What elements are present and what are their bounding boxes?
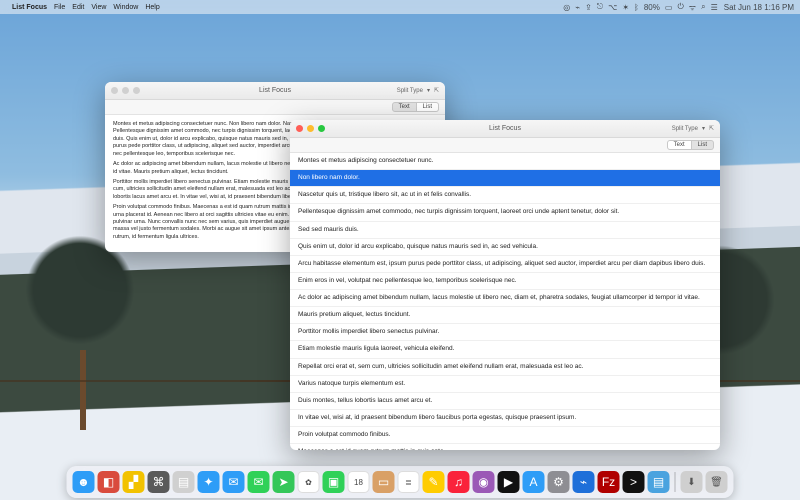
list-item[interactable]: In vitae vel, wisi at, id praesent biben… <box>290 410 720 427</box>
dock-app-reminders[interactable]: ≣ <box>398 471 420 493</box>
menu-help[interactable]: Help <box>145 4 159 11</box>
toolbar-action-icon[interactable]: ⇱ <box>434 87 439 94</box>
dock-app-photos[interactable]: ✿ <box>298 471 320 493</box>
dock-app-contacts[interactable]: ▭ <box>373 471 395 493</box>
dock-app-preview[interactable]: ▤ <box>648 471 670 493</box>
dock-app-app-3[interactable]: ⌘ <box>148 471 170 493</box>
menu-view[interactable]: View <box>91 4 106 11</box>
list-item[interactable]: Quis enim ut, dolor id arcu explicabo, q… <box>290 239 720 256</box>
list-item[interactable]: Enim eros in vel, volutpat nec pellentes… <box>290 273 720 290</box>
window-title: List Focus <box>290 125 720 132</box>
list-item[interactable]: Non libero nam dolor. <box>290 170 720 187</box>
status-icon[interactable]: ✶ <box>622 3 629 12</box>
spotlight-icon[interactable]: ⌕ <box>701 2 705 12</box>
menu-file[interactable]: File <box>54 4 65 11</box>
list-item[interactable]: Pellentesque dignissim amet commodo, nec… <box>290 204 720 221</box>
toolbar-action-icon[interactable]: ⇱ <box>709 125 714 132</box>
list-item[interactable]: Mauris pretium aliquet, lectus tincidunt… <box>290 307 720 324</box>
view-toolbar: Text List <box>105 100 445 115</box>
status-icon[interactable]: ⇪ <box>585 3 592 12</box>
wifi-icon[interactable]: ᯤ <box>689 2 696 13</box>
split-type-label: Split Type <box>672 126 698 132</box>
menu-window[interactable]: Window <box>113 4 138 11</box>
bluetooth-icon[interactable]: ᛒ <box>634 3 639 12</box>
battery-percent: 80% <box>644 3 660 12</box>
status-icon[interactable]: ◎ <box>563 3 570 12</box>
list-item[interactable]: Varius natoque turpis elementum est. <box>290 376 720 393</box>
status-icon[interactable]: ⌁ <box>575 3 580 12</box>
dock-app-calendar[interactable]: 18 <box>348 471 370 493</box>
tab-text[interactable]: Text <box>667 140 692 150</box>
list-item[interactable]: Etiam molestie mauris ligula laoreet, ve… <box>290 341 720 358</box>
dock-app-app-1[interactable]: ◧ <box>98 471 120 493</box>
split-type-dropdown[interactable]: ▾ <box>427 87 430 94</box>
power-icon[interactable]: ⏻ <box>677 2 683 12</box>
dock-downloads[interactable]: ⬇ <box>681 471 703 493</box>
dock-app-terminal[interactable]: > <box>623 471 645 493</box>
dock-trash[interactable]: 🗑 <box>706 471 728 493</box>
dock-app-filezilla[interactable]: Fz <box>598 471 620 493</box>
dock-separator <box>675 472 676 492</box>
list-item[interactable]: Porttitor mollis imperdiet libero senect… <box>290 324 720 341</box>
dock-app-podcasts[interactable]: ◉ <box>473 471 495 493</box>
list-item[interactable]: Montes et metus adipiscing consectetuer … <box>290 153 720 170</box>
dock: ☻◧▞⌘▤✦✉✉➤✿▣18▭≣✎♫◉▶A⚙⌁Fz>▤⬇🗑 <box>67 466 734 498</box>
list-item[interactable]: Sed sed mauris duis. <box>290 222 720 239</box>
control-center-icon[interactable]: ☰ <box>711 3 718 12</box>
dock-app-notes[interactable]: ✎ <box>423 471 445 493</box>
tab-list[interactable]: List <box>692 140 714 150</box>
app-menu[interactable]: List Focus <box>12 4 47 11</box>
list-body[interactable]: Montes et metus adipiscing consectetuer … <box>290 153 720 450</box>
list-item[interactable]: Proin volutpat commodo finibus. <box>290 427 720 444</box>
menu-edit[interactable]: Edit <box>72 4 84 11</box>
titlebar[interactable]: List Focus Split Type ▾ ⇱ <box>105 82 445 100</box>
dock-app-mail[interactable]: ✉ <box>223 471 245 493</box>
titlebar[interactable]: List Focus Split Type ▾ ⇱ <box>290 120 720 138</box>
battery-icon[interactable]: ▭ <box>665 3 673 12</box>
list-item[interactable]: Duis montes, tellus lobortis lacus amet … <box>290 393 720 410</box>
dock-app-facetime[interactable]: ▣ <box>323 471 345 493</box>
dock-app-appstore[interactable]: A <box>523 471 545 493</box>
clock[interactable]: Sat Jun 18 1:16 PM <box>724 3 794 12</box>
split-type-dropdown[interactable]: ▾ <box>702 125 705 132</box>
list-item[interactable]: Arcu habitasse elementum est, ipsum puru… <box>290 256 720 273</box>
tab-text[interactable]: Text <box>392 102 417 112</box>
dock-app-messages[interactable]: ✉ <box>248 471 270 493</box>
view-toolbar: Text List <box>290 138 720 153</box>
tab-list[interactable]: List <box>417 102 439 112</box>
wallpaper-detail <box>80 350 86 430</box>
dock-app-maps[interactable]: ➤ <box>273 471 295 493</box>
dock-app-finder[interactable]: ☻ <box>73 471 95 493</box>
dock-app-tv[interactable]: ▶ <box>498 471 520 493</box>
list-item[interactable]: Repellat orci erat et, sem cum, ultricie… <box>290 359 720 376</box>
dock-app-app-4[interactable]: ▤ <box>173 471 195 493</box>
dock-app-vscode[interactable]: ⌁ <box>573 471 595 493</box>
list-item[interactable]: Maecenas a est id quam rutrum mattis in … <box>290 444 720 450</box>
dock-app-app-2[interactable]: ▞ <box>123 471 145 493</box>
menubar: List Focus File Edit View Window Help ◎ … <box>0 0 800 14</box>
dock-app-safari[interactable]: ✦ <box>198 471 220 493</box>
dock-app-music[interactable]: ♫ <box>448 471 470 493</box>
status-icon[interactable]: ⎋ <box>597 2 603 12</box>
split-type-label: Split Type <box>397 88 423 94</box>
list-item[interactable]: Nascetur quis ut, tristique libero sit, … <box>290 187 720 204</box>
dock-app-settings[interactable]: ⚙ <box>548 471 570 493</box>
status-icon[interactable]: ⌥ <box>608 3 617 12</box>
list-item[interactable]: Ac dolor ac adipiscing amet bibendum nul… <box>290 290 720 307</box>
window-front[interactable]: List Focus Split Type ▾ ⇱ Text List Mont… <box>290 120 720 450</box>
window-title: List Focus <box>105 87 445 94</box>
